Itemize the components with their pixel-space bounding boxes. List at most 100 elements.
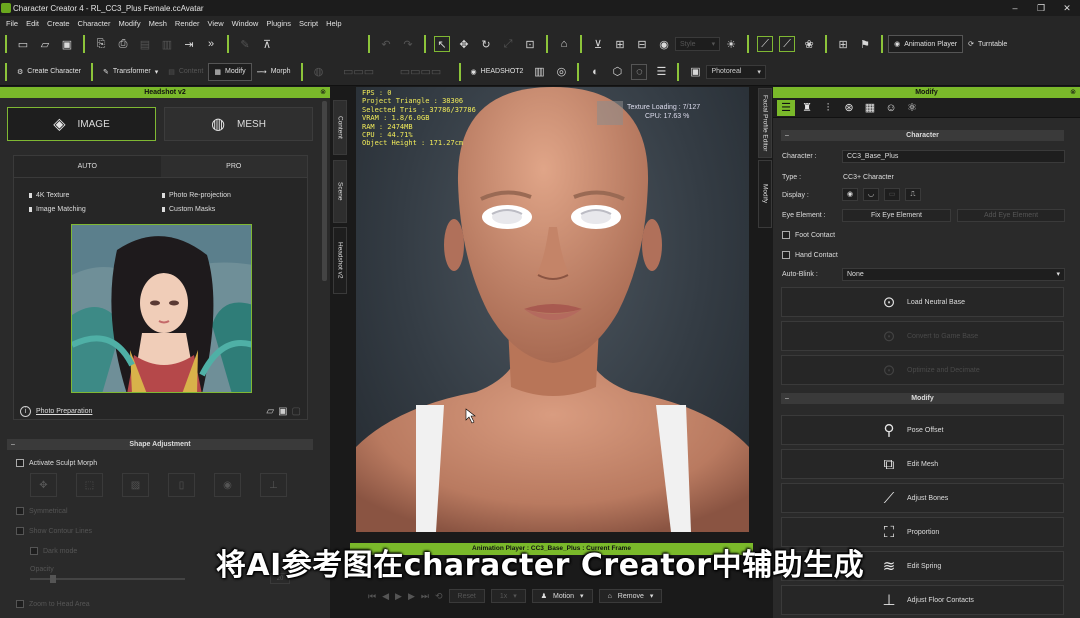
character-section-header[interactable]: – Character (781, 130, 1064, 141)
load-neutral-base-button[interactable]: ⊙ Load Neutral Base (781, 287, 1064, 317)
convert-to-game-base-button[interactable]: ⊙ Convert to Game Base (781, 321, 1064, 351)
render-settings-icon[interactable]: ▣ (687, 64, 703, 80)
new-file-icon[interactable]: ▭ (15, 36, 31, 52)
delete-icon[interactable]: ▢ (292, 406, 301, 417)
create-character-button[interactable]: ⚙ Create Character (12, 63, 86, 81)
content-button[interactable]: ▤ Content (163, 63, 208, 81)
save-icon[interactable]: ▣ (59, 36, 75, 52)
remove-button[interactable]: ⌂ Remove ▾ (598, 589, 663, 603)
home-camera-icon[interactable]: ⌂ (556, 36, 572, 52)
rotate-icon[interactable]: ↻ (478, 36, 494, 52)
modify-section-header[interactable]: – Modify (781, 393, 1064, 404)
symmetrical-checkbox[interactable]: Symmetrical (16, 507, 68, 515)
attributes-icon[interactable]: ☰ (777, 99, 795, 116)
shading-icon[interactable]: ◌ (631, 63, 648, 80)
export-obj-icon[interactable]: ▥ (159, 36, 175, 52)
import-icon[interactable]: ⎘ (93, 36, 109, 52)
render-mode-select[interactable]: Photoreal ▾ (706, 64, 766, 79)
tab-auto[interactable]: AUTO (14, 156, 161, 177)
redo-icon[interactable]: ↷ (400, 36, 416, 52)
physics-atom-icon[interactable]: ⚛ (903, 100, 921, 116)
menu-script[interactable]: Script (295, 19, 322, 28)
tab-content[interactable]: Content (333, 100, 347, 155)
wire-icon[interactable]: ⬡ (609, 64, 625, 80)
show-contour-checkbox[interactable]: Show Contour Lines (16, 527, 92, 535)
menu-create[interactable]: Create (43, 19, 74, 28)
menu-view[interactable]: View (204, 19, 228, 28)
style-select[interactable]: Style ▾ (675, 37, 721, 51)
go-to-end-icon[interactable]: ⏭ (421, 591, 429, 602)
pose-offset-button[interactable]: ⚲ Pose Offset (781, 415, 1064, 445)
morph-sliders-icon[interactable]: ⫶ (819, 100, 837, 116)
mesh-mode-button[interactable]: ◍ MESH (164, 107, 313, 141)
hand-contact-checkbox[interactable]: Hand Contact (782, 251, 838, 259)
menu-render[interactable]: Render (171, 19, 204, 28)
animation-player-button[interactable]: ◉ Animation Player (888, 35, 964, 53)
plugin-icon-c[interactable]: ▭▭▭▭ (391, 64, 451, 80)
scale-icon[interactable]: ⤢ (500, 36, 516, 52)
grid-icon[interactable]: ⊞ (835, 36, 851, 52)
level-icon[interactable]: ⊼ (259, 36, 275, 52)
send-icon[interactable]: ⇥ (181, 36, 197, 52)
more-chevron-icon[interactable]: » (203, 36, 219, 52)
display-eye-icon[interactable]: ◉ (842, 188, 858, 201)
play-icon[interactable]: ▶ (395, 591, 402, 602)
tab-facial-profile-editor[interactable]: Facial Profile Editor (758, 88, 772, 158)
checker-texture-icon[interactable]: ▦ (861, 100, 879, 116)
add-eye-element-button[interactable]: Add Eye Element (957, 209, 1065, 222)
loop-icon[interactable]: ⟲ (435, 591, 443, 602)
left-panel-scrollbar[interactable] (322, 101, 327, 281)
move-icon[interactable]: ✥ (456, 36, 472, 52)
skin-icon[interactable]: ▥ (531, 64, 547, 80)
activate-sculpt-morph-checkbox[interactable]: Activate Sculpt Morph (16, 459, 97, 467)
adjust-bones-button[interactable]: ⟋ Adjust Bones (781, 483, 1064, 513)
tab-pro[interactable]: PRO (160, 156, 307, 177)
transformer-button[interactable]: ✎ Transformer ▾ (98, 63, 163, 81)
panel-close-icon[interactable]: ⊗ (320, 87, 326, 98)
next-frame-icon[interactable]: ▶ (408, 591, 415, 602)
close-button[interactable]: ✕ (1054, 0, 1080, 16)
modify-button[interactable]: ▦ Modify (208, 62, 252, 81)
morph-button[interactable]: ⟿ Morph (252, 63, 296, 81)
minimize-button[interactable]: – (1002, 0, 1028, 16)
go-to-start-icon[interactable]: ⏮ (368, 591, 376, 602)
export-icon[interactable]: ⎙ (115, 36, 131, 52)
open-folder-icon[interactable]: ▱ (266, 406, 274, 417)
menu-plugins[interactable]: Plugins (262, 19, 295, 28)
speed-select[interactable]: 1x ▾ (490, 589, 526, 603)
collision-icon[interactable]: ❀ (801, 36, 817, 52)
display-bone-icon[interactable]: ⎍ (905, 188, 921, 201)
tab-headshot[interactable]: Headshot v2 (333, 227, 347, 294)
character-name-field[interactable]: CC3_Base_Plus (842, 150, 1065, 163)
head-icon[interactable]: ◎ (553, 64, 569, 80)
flag-icon[interactable]: ⚑ (857, 36, 873, 52)
undo-icon[interactable]: ↶ (378, 36, 394, 52)
paint-icon[interactable]: ✎ (237, 36, 253, 52)
export-fbx-icon[interactable]: ▤ (137, 36, 153, 52)
menu-modify[interactable]: Modify (114, 19, 144, 28)
sculpt-move-icon[interactable]: ✥ (30, 473, 57, 497)
frame-all-icon[interactable]: ⊞ (612, 36, 628, 52)
menu-help[interactable]: Help (322, 19, 345, 28)
fix-eye-element-button[interactable]: Fix Eye Element (842, 209, 951, 222)
material-icon[interactable]: ⊛ (840, 100, 858, 116)
view-sphere-icon[interactable]: ◉ (656, 36, 672, 52)
headshot2-button[interactable]: ◉ HEADSHOT2 (466, 63, 529, 81)
reference-photo[interactable] (71, 224, 252, 393)
sculpt-brush-icon[interactable]: ▯ (168, 473, 195, 497)
select-arrow-icon[interactable]: ↖ (434, 36, 450, 52)
display-wire-icon[interactable]: ▭ (884, 188, 900, 201)
photo-preparation-link[interactable]: i Photo Preparation (20, 406, 92, 417)
settings-sliders-icon[interactable]: ☰ (653, 64, 669, 80)
reset-button[interactable]: Reset (448, 589, 485, 603)
panel-close-icon[interactable]: ⊗ (1070, 87, 1076, 98)
open-folder-icon[interactable]: ▱ (37, 36, 53, 52)
sun-icon[interactable]: ☀ (723, 36, 739, 52)
head-profile-icon[interactable]: ☺ (882, 100, 900, 116)
sculpt-push-icon[interactable]: ⬚ (76, 473, 103, 497)
sculpt-eye-icon[interactable]: ◉ (214, 473, 241, 497)
align-icon[interactable]: ⊡ (522, 36, 538, 52)
sculpt-pin-icon[interactable]: ⊥ (260, 473, 287, 497)
menu-window[interactable]: Window (228, 19, 263, 28)
previous-frame-icon[interactable]: ◀ (382, 591, 389, 602)
